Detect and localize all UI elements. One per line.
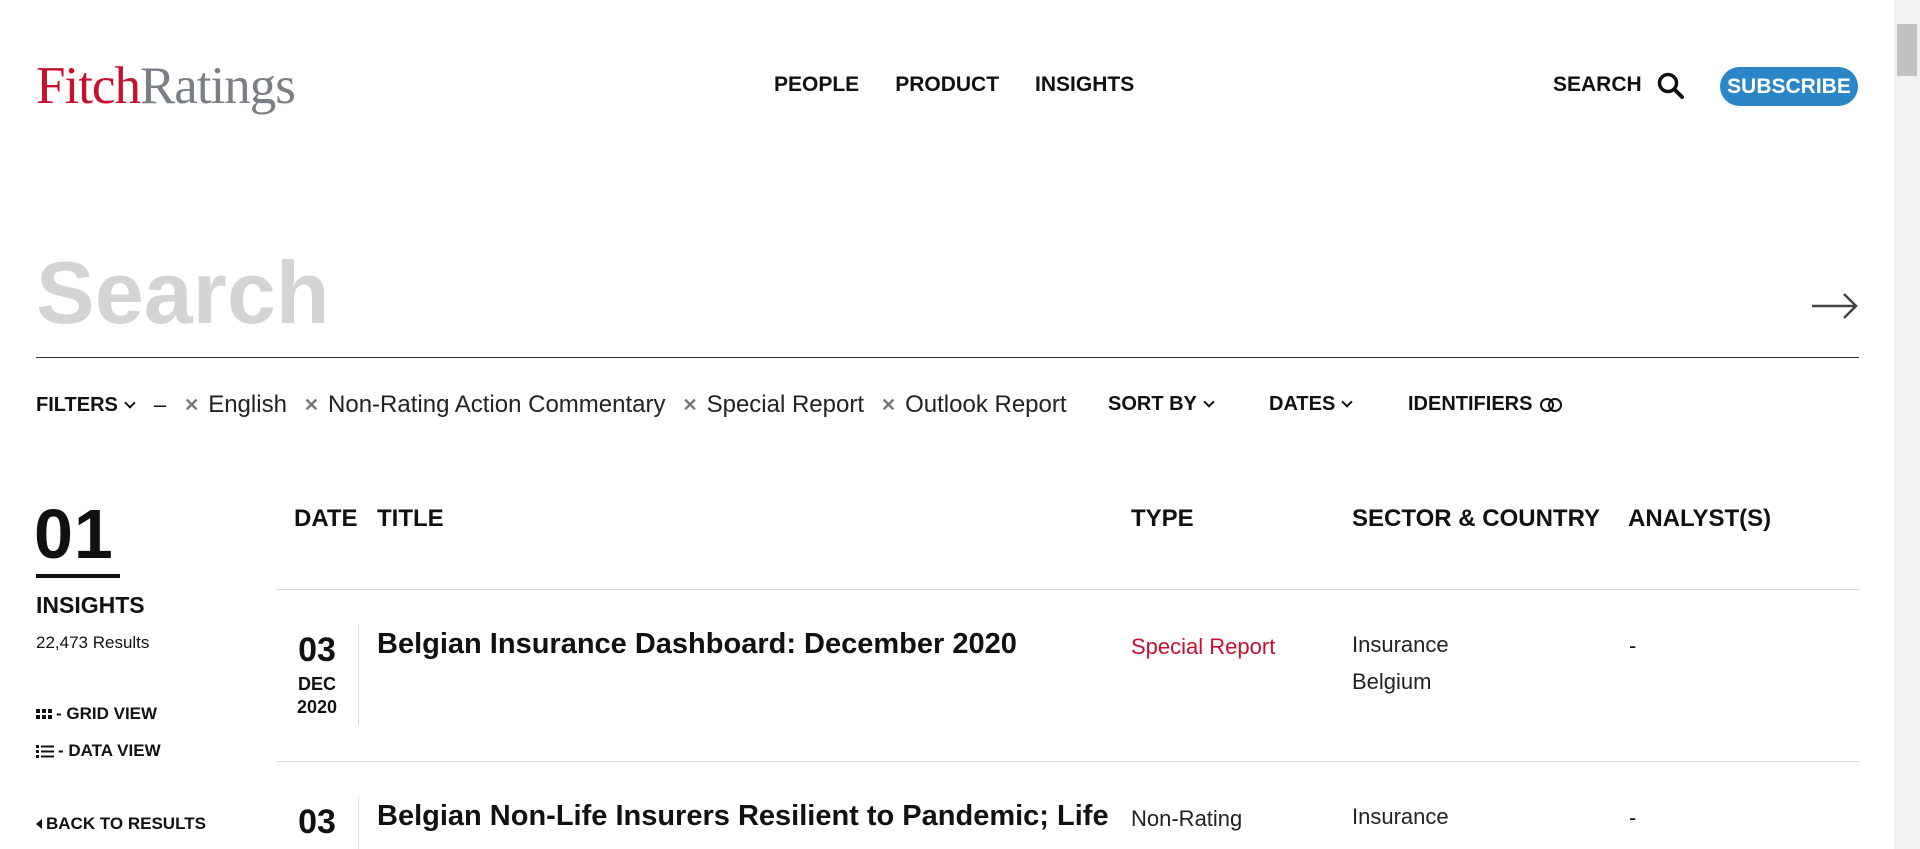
chip-label: English bbox=[208, 391, 287, 418]
row-title-link[interactable]: Belgian Non-Life Insurers Resilient to P… bbox=[377, 800, 1109, 833]
data-view-link[interactable]: - DATA VIEW bbox=[36, 741, 161, 761]
back-label: BACK TO RESULTS bbox=[46, 814, 206, 833]
caret-left-icon bbox=[36, 819, 42, 829]
chip-label: Special Report bbox=[706, 391, 865, 418]
row-sector: Insurance bbox=[1352, 798, 1449, 835]
column-header-analyst[interactable]: ANALYST(S) bbox=[1628, 505, 1771, 533]
grid-view-link[interactable]: - GRID VIEW bbox=[36, 704, 157, 724]
sort-by-dropdown[interactable]: SORT BY bbox=[1108, 393, 1215, 416]
close-icon[interactable]: ✕ bbox=[881, 395, 896, 416]
filter-dash: – bbox=[153, 392, 167, 417]
nav-insights[interactable]: INSIGHTS bbox=[1035, 73, 1134, 97]
toggle-icon bbox=[1540, 397, 1564, 412]
row-title-link[interactable]: Belgian Insurance Dashboard: December 20… bbox=[377, 628, 1017, 661]
column-header-sector[interactable]: SECTOR & COUNTRY bbox=[1352, 505, 1600, 533]
filter-chip-outlook-report[interactable]: ✕ Outlook Report bbox=[881, 391, 1067, 419]
identifiers-toggle[interactable]: IDENTIFIERS bbox=[1408, 393, 1564, 416]
table-divider bbox=[276, 589, 1859, 590]
filters-dropdown[interactable]: FILTERS bbox=[36, 393, 136, 417]
column-header-date[interactable]: DATE bbox=[294, 505, 358, 533]
data-view-label: - DATA VIEW bbox=[58, 741, 161, 760]
nav-people[interactable]: PEOPLE bbox=[774, 73, 859, 97]
logo-fitch: Fitch bbox=[36, 57, 141, 115]
nav-product[interactable]: PRODUCT bbox=[895, 73, 999, 97]
list-icon bbox=[36, 745, 54, 758]
column-header-type[interactable]: TYPE bbox=[1131, 505, 1194, 533]
chevron-down-icon bbox=[124, 396, 136, 409]
fitch-ratings-logo[interactable]: FitchRatings bbox=[36, 56, 296, 116]
search-divider bbox=[36, 357, 1859, 358]
arrow-right-icon[interactable] bbox=[1810, 286, 1860, 326]
row-analyst: - bbox=[1629, 805, 1637, 830]
close-icon[interactable]: ✕ bbox=[683, 395, 698, 416]
row-year: 2020 bbox=[296, 697, 338, 717]
sort-by-label: SORT BY bbox=[1108, 393, 1197, 415]
column-header-title[interactable]: TITLE bbox=[377, 505, 444, 533]
row-analyst: - bbox=[1629, 633, 1637, 658]
scrollbar-thumb[interactable] bbox=[1897, 24, 1917, 76]
identifiers-label: IDENTIFIERS bbox=[1408, 393, 1533, 415]
chip-label: Outlook Report bbox=[905, 391, 1067, 418]
filter-chip-special-report[interactable]: ✕ Special Report bbox=[683, 391, 865, 419]
grid-icon bbox=[36, 709, 52, 719]
row-date: 03 bbox=[276, 803, 358, 842]
row-sector-name: Insurance bbox=[1352, 804, 1449, 829]
count-underline bbox=[36, 574, 120, 578]
main-nav: PEOPLE PRODUCT INSIGHTS bbox=[774, 73, 1134, 97]
close-icon[interactable]: ✕ bbox=[304, 395, 319, 416]
search-icon[interactable] bbox=[1656, 71, 1686, 101]
grid-view-label: - GRID VIEW bbox=[56, 704, 158, 723]
table-row: 03 Belgian Non-Life Insurers Resilient t… bbox=[276, 797, 1859, 849]
chevron-down-icon bbox=[1203, 396, 1215, 408]
row-sector: Insurance Belgium bbox=[1352, 626, 1449, 700]
row-month: DEC bbox=[297, 674, 336, 694]
row-date: 03 DEC 2020 bbox=[276, 631, 358, 718]
subscribe-button[interactable]: SUBSCRIBE bbox=[1720, 67, 1858, 106]
table-row: 03 DEC 2020 Belgian Insurance Dashboard:… bbox=[276, 625, 1859, 725]
back-to-results-link[interactable]: BACK TO RESULTS bbox=[36, 814, 206, 834]
filters-label: FILTERS bbox=[36, 393, 118, 416]
search-input[interactable] bbox=[36, 238, 1796, 348]
close-icon[interactable]: ✕ bbox=[184, 395, 199, 416]
dates-dropdown[interactable]: DATES bbox=[1269, 393, 1353, 416]
chip-label: Non-Rating Action Commentary bbox=[328, 391, 666, 418]
row-sector-name: Insurance bbox=[1352, 632, 1449, 657]
row-type[interactable]: Non-Rating bbox=[1131, 806, 1242, 832]
header-search-link[interactable]: SEARCH bbox=[1553, 73, 1642, 97]
row-country: Belgium bbox=[1352, 669, 1432, 694]
row-day: 03 bbox=[298, 803, 336, 841]
chevron-down-icon bbox=[1341, 396, 1353, 408]
filter-chip-non-rating[interactable]: ✕ Non-Rating Action Commentary bbox=[304, 391, 666, 419]
results-page-count: 01 bbox=[34, 495, 114, 573]
results-category: INSIGHTS bbox=[36, 592, 145, 618]
filter-bar: FILTERS – ✕ English ✕ Non-Rating Action … bbox=[36, 391, 1084, 419]
row-type-link[interactable]: Special Report bbox=[1131, 634, 1275, 660]
filter-chip-english[interactable]: ✕ English bbox=[184, 391, 287, 419]
results-count: 22,473 Results bbox=[36, 633, 150, 652]
date-separator bbox=[358, 625, 359, 725]
date-separator bbox=[358, 797, 359, 849]
logo-ratings: Ratings bbox=[139, 57, 296, 115]
row-day: 03 bbox=[298, 631, 336, 669]
dates-label: DATES bbox=[1269, 393, 1336, 415]
vertical-scrollbar[interactable] bbox=[1894, 0, 1920, 849]
table-divider bbox=[276, 761, 1859, 762]
